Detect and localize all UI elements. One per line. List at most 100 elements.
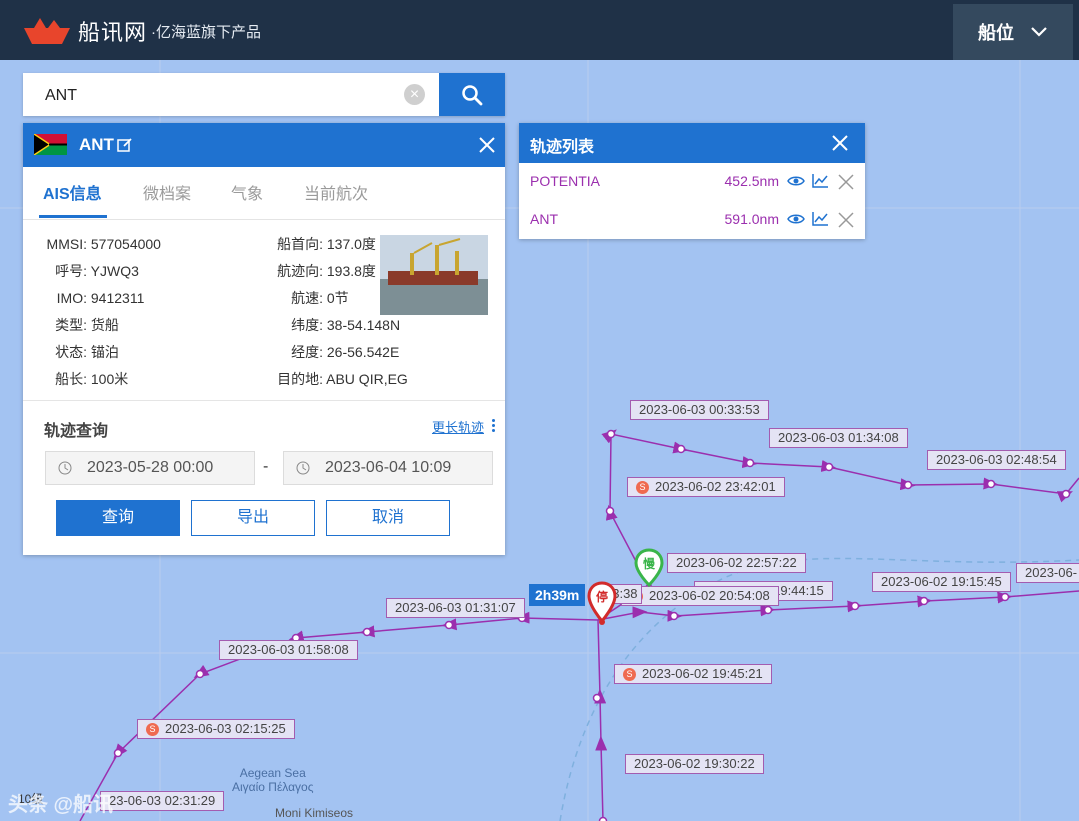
track-list-item[interactable]: POTENTIA 452.5nm [519,163,865,201]
ship-photo[interactable] [380,235,488,315]
length-label: 船长: [55,371,87,387]
ship-tabs: AIS信息 微档案 气象 当前航次 [23,167,505,220]
lon-label: 经度: [291,344,323,360]
stop-duration-badge: 2h39m [529,584,586,606]
clear-icon[interactable]: × [404,84,425,105]
speed-value: 0节 [326,290,349,306]
track-point-label[interactable]: 2023-06-02 22:57:22 [667,553,806,573]
cancel-button[interactable]: 取消 [326,500,450,536]
stop-icon: S [636,481,649,494]
course-label: 航迹向: [277,263,323,279]
ship-panel-header: ANT [23,123,505,167]
active-tab-indicator [39,215,107,218]
start-date-value: 2023-05-28 00:00 [87,459,214,476]
callsign-value: YJWQ3 [90,263,139,279]
tab-voyage[interactable]: 当前航次 [304,180,368,204]
longer-track-link[interactable]: 更长轨迹 [432,417,484,436]
track-point-label[interactable]: 2023-06-02 19:30:22 [625,754,764,774]
search-icon [462,84,483,105]
length-value: 100米 [90,371,129,387]
chart-icon[interactable] [811,173,829,189]
brand[interactable]: 船讯网 ·亿海蓝旗下产品 [22,14,261,48]
search-box: × [23,73,505,118]
type-label: 类型: [55,317,87,333]
track-point-label[interactable]: 2023-06- [1016,563,1079,583]
search-button[interactable] [439,73,505,116]
stop-pin-icon[interactable]: 停 [587,581,617,626]
label-text: 2023-06-03 02:15:25 [165,721,286,736]
label-text: 2023-06-02 23:42:01 [655,479,776,494]
label-text: 2023-06-02 20:54:08 [649,588,770,603]
date-separator: - [263,458,269,475]
track-point-label-stop[interactable]: S 2023-06-03 02:15:25 [137,719,295,739]
track-point-label[interactable]: 2023-06-03 02:48:54 [927,450,1066,470]
track-point-label[interactable]: 23-06-03 02:31:29 [100,791,225,811]
edit-icon[interactable] [117,137,133,153]
track-point-label-stop[interactable]: S2023-06-02 20:54:08 [621,586,779,606]
query-button[interactable]: 查询 [56,500,180,536]
start-date-field[interactable]: 2023-05-28 00:00 [45,451,255,485]
tab-profile[interactable]: 微档案 [143,180,191,204]
divider [23,400,505,401]
track-point-label[interactable]: 2023-06-02 19:15:45 [872,572,1011,592]
stop-icon: S [623,668,636,681]
close-icon[interactable] [477,135,497,155]
track-list-title: 轨迹列表 [530,139,595,156]
dest-label: 目的地: [277,371,323,387]
tab-ais[interactable]: AIS信息 [43,180,102,204]
track-point-label-stop[interactable]: S 2023-06-02 23:42:01 [627,477,785,497]
mmsi-value: 577054000 [90,236,161,252]
end-date-value: 2023-06-04 10:09 [325,459,452,476]
heading-value: 137.0度 [326,236,376,252]
track-point-label-stop[interactable]: S 2023-06-02 19:45:21 [614,664,772,684]
clock-icon [296,461,310,475]
status-value: 锚泊 [90,344,119,360]
eye-icon[interactable] [787,173,805,189]
more-options-icon[interactable] [492,419,496,434]
tab-weather[interactable]: 气象 [231,180,263,204]
delete-icon[interactable] [837,211,855,229]
imo-label: IMO: [56,290,87,306]
end-date-field[interactable]: 2023-06-04 10:09 [283,451,493,485]
course-value: 193.8度 [326,263,376,279]
callsign-label: 呼号: [55,263,87,279]
track-point-label[interactable]: 2023-06-03 01:34:08 [769,428,908,448]
search-input[interactable] [23,73,427,118]
chart-icon[interactable] [811,211,829,227]
lat-value: 38-54.148N [326,317,401,333]
sea-name-en: Aegean Sea [239,766,306,780]
slow-pin-text: 慢 [643,556,656,571]
type-value: 货船 [90,317,119,333]
speed-label: 航速: [291,290,323,306]
track-list-item[interactable]: ANT 591.0nm [519,201,865,239]
eye-icon[interactable] [787,211,805,227]
heading-label: 船首向: [277,236,323,252]
close-icon[interactable] [830,133,850,153]
mmsi-label: MMSI: [46,236,87,252]
ship-name: ANT [79,135,114,154]
boat-logo-icon [24,18,70,44]
lat-label: 纬度: [291,317,323,333]
export-button[interactable]: 导出 [191,500,315,536]
place-name: Moni Kimiseos [275,806,354,820]
ship-info-panel: ANT AIS信息 微档案 气象 当前航次 MMSI: 577054000 呼号… [23,123,505,555]
position-menu-button[interactable]: 船位 [953,4,1073,60]
top-bar: 船讯网 ·亿海蓝旗下产品 船位 [0,0,1079,60]
track-list-panel: 轨迹列表 POTENTIA 452.5nm ANT 591.0nm [519,123,865,239]
dest-value: ABU QIR,EG [326,371,408,387]
ais-info: MMSI: 577054000 呼号: YJWQ3 IMO: 9412311 类… [23,220,505,400]
track-distance: 591.0nm [724,211,779,227]
track-point-label[interactable]: 2023-06-03 00:33:53 [630,400,769,420]
track-point-label[interactable]: 2023-06-03 01:58:08 [219,640,358,660]
slow-pin-icon[interactable]: 慢 [634,548,664,588]
delete-icon[interactable] [837,173,855,191]
track-point-label[interactable]: 2023-06-03 01:31:07 [386,598,525,618]
stop-pin-text: 停 [596,589,608,604]
brand-subtitle: ·亿海蓝旗下产品 [151,23,262,41]
sea-name: Aegean Sea Αιγαίο Πέλαγος [232,766,314,794]
vanuatu-flag-icon [34,134,67,155]
stop-icon: S [146,723,159,736]
position-menu-label: 船位 [978,23,1014,43]
track-list-header: 轨迹列表 [519,123,865,163]
track-distance: 452.5nm [724,173,779,189]
